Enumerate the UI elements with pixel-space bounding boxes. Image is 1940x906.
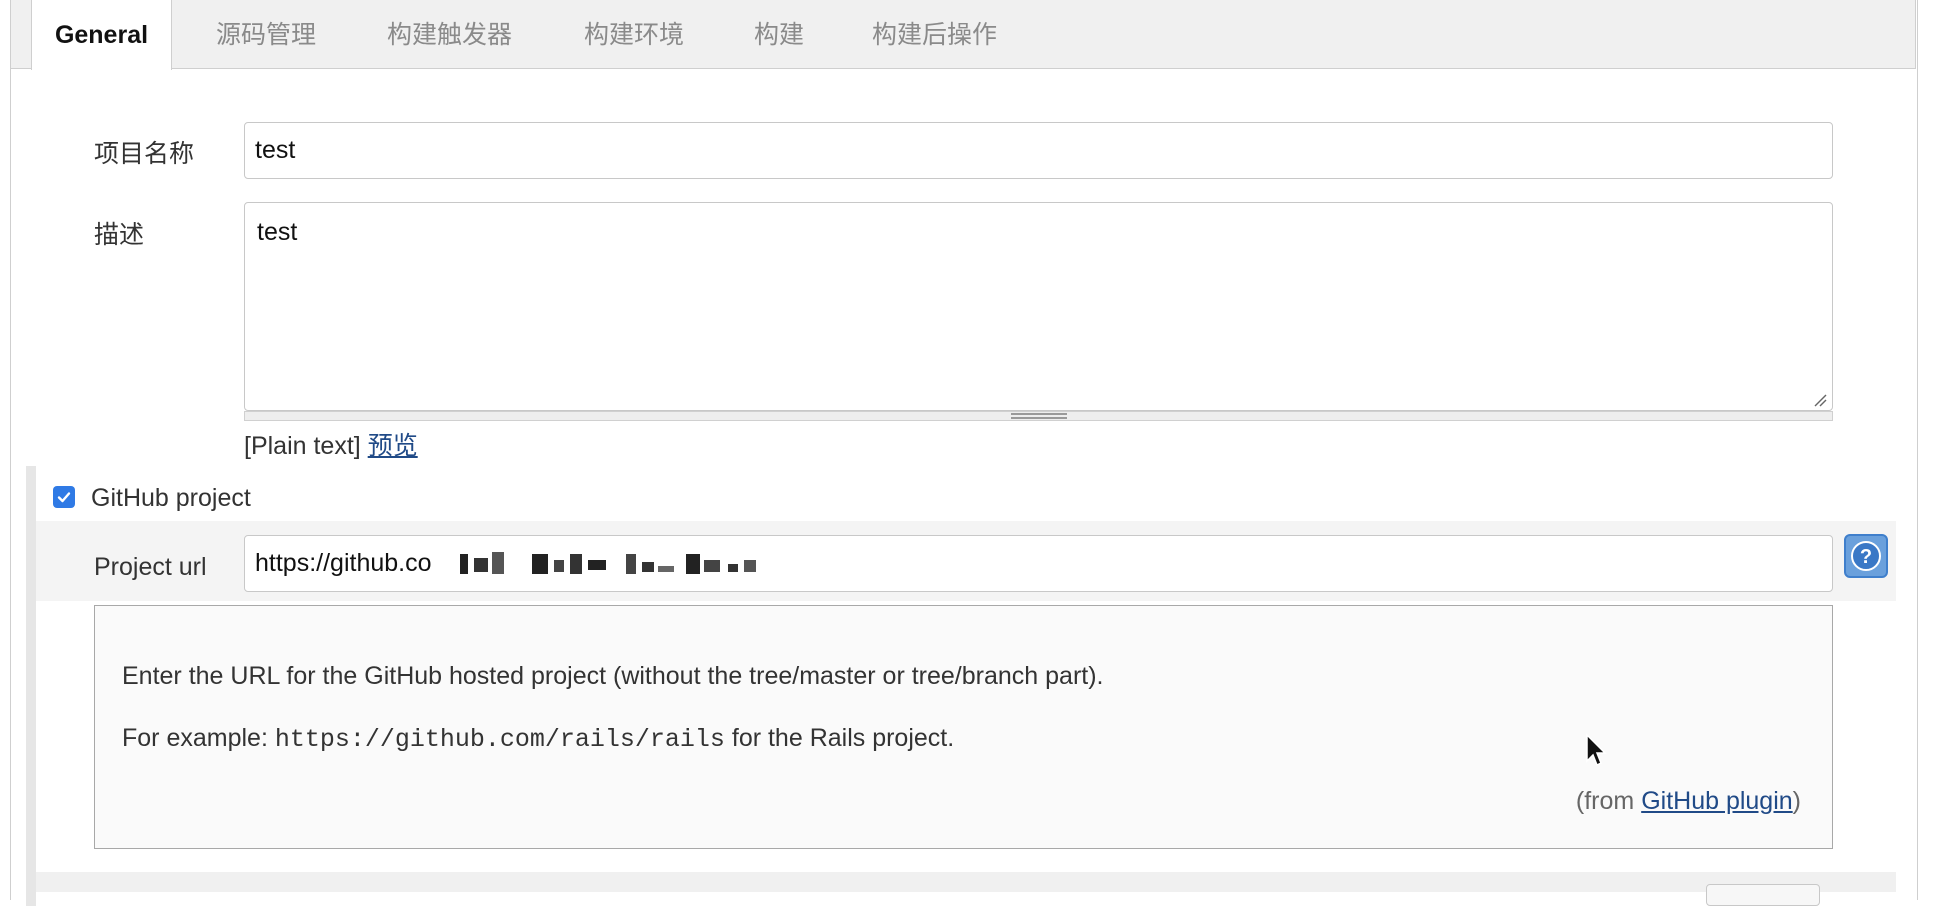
github-project-label: GitHub project	[91, 484, 251, 512]
project-url-label: Project url	[94, 553, 207, 581]
tab-build-environment[interactable]: 构建环境	[584, 0, 684, 69]
tab-general[interactable]: General	[31, 0, 172, 70]
drag-handle-icon	[1011, 413, 1067, 419]
github-project-checkbox[interactable]	[53, 486, 75, 508]
tab-post-build[interactable]: 构建后操作	[872, 0, 997, 69]
help-source-prefix: (from	[1575, 787, 1642, 815]
help-example-suffix: for the Rails project.	[724, 724, 955, 752]
section-gutter	[26, 466, 36, 906]
project-name-label: 项目名称	[94, 140, 195, 168]
help-line-2: For example: https://github.com/rails/ra…	[122, 724, 954, 754]
question-mark-icon: ?	[1851, 541, 1881, 571]
description-textarea[interactable]: test	[244, 202, 1833, 411]
help-example-prefix: For example:	[122, 724, 275, 752]
help-example-code: https://github.com/rails/rails	[274, 725, 725, 754]
tab-source-control[interactable]: 源码管理	[216, 0, 316, 69]
format-line: [Plain text] 预览	[244, 426, 418, 462]
description-label: 描述	[94, 221, 145, 249]
help-line-1: Enter the URL for the GitHub hosted proj…	[122, 662, 1104, 690]
help-source: (from GitHub plugin)	[1576, 787, 1801, 816]
svg-text:?: ?	[1860, 546, 1872, 568]
preview-link[interactable]: 预览	[368, 432, 418, 460]
help-source-suffix: )	[1792, 787, 1801, 815]
plain-text-label: [Plain text]	[244, 432, 361, 460]
tab-build[interactable]: 构建	[754, 0, 804, 69]
tab-build-triggers[interactable]: 构建触发器	[387, 0, 512, 69]
next-section-band	[36, 872, 1896, 892]
resize-grip-icon[interactable]	[1813, 393, 1827, 407]
mouse-cursor-icon	[1586, 733, 1607, 767]
project-name-input[interactable]	[244, 122, 1833, 179]
partial-button[interactable]	[1706, 884, 1820, 906]
help-icon[interactable]: ?	[1844, 534, 1888, 578]
redaction-mask	[440, 540, 860, 588]
github-plugin-link[interactable]: GitHub plugin	[1641, 787, 1792, 815]
check-icon	[57, 492, 71, 503]
